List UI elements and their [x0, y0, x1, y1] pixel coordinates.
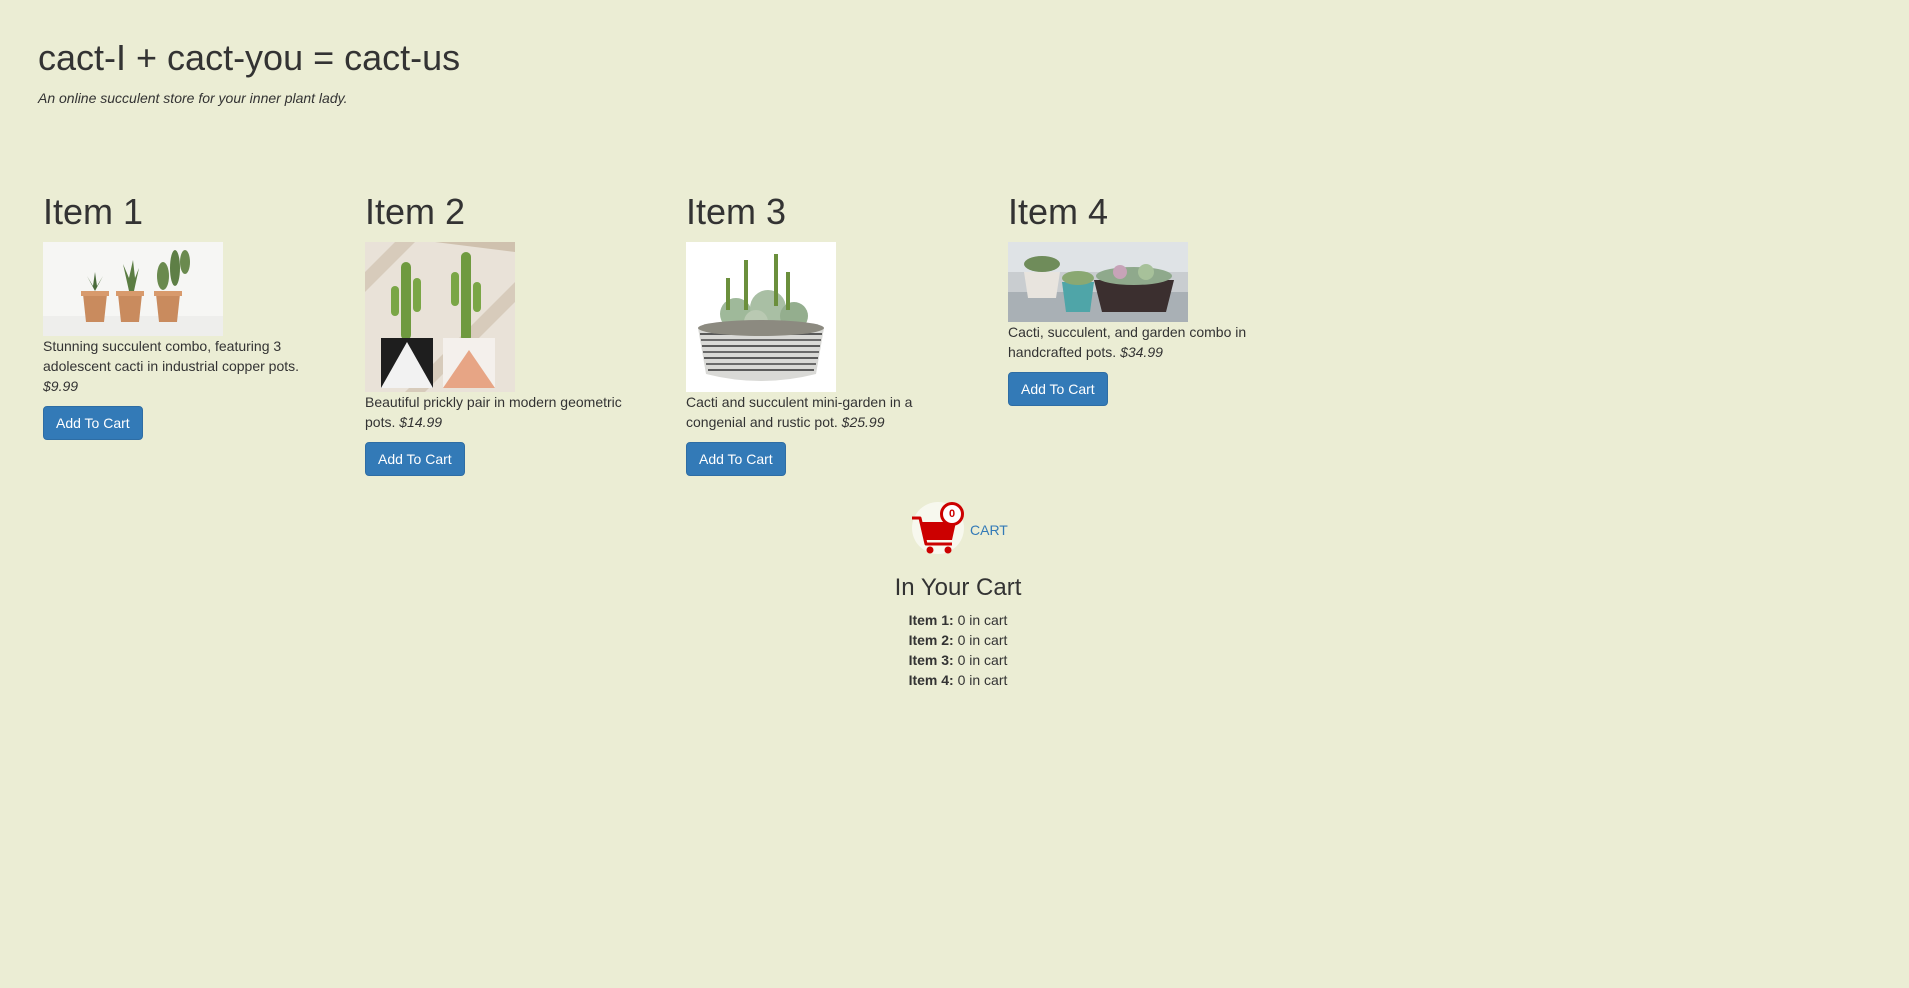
cart-summary-line: Item 1: 0 in cart [820, 610, 1096, 630]
cart-line-value: 0 in cart [957, 652, 1008, 668]
shopping-cart-icon: 0 [910, 500, 966, 556]
product-image [1008, 242, 1188, 322]
product-card-3: Item 3 Cacti and succulent mini-garden i… [686, 190, 958, 476]
cart-line-value: 0 in cart [957, 612, 1008, 628]
product-card-2: Item 2 Beautiful prickly pair in modern … [365, 190, 637, 476]
cart-line-label: Item 1: [908, 612, 954, 628]
cart-summary: In Your Cart Item 1: 0 in cart Item 2: 0… [820, 572, 1096, 690]
product-price: $9.99 [43, 378, 79, 394]
add-to-cart-button[interactable]: Add To Cart [1008, 372, 1108, 406]
product-price: $34.99 [1120, 344, 1163, 360]
product-description: Cacti and succulent mini-garden in a con… [686, 392, 958, 432]
product-image [365, 242, 515, 392]
product-card-4: Item 4 Cacti, succulent, and garden comb… [1008, 190, 1280, 406]
site-title: cact-I + cact-you = cact-us [38, 37, 461, 78]
product-description: Beautiful prickly pair in modern geometr… [365, 392, 637, 432]
cart-summary-line: Item 4: 0 in cart [820, 670, 1096, 690]
product-title: Item 1 [43, 191, 144, 232]
cart-link-label: CART [970, 522, 1008, 538]
product-card-1: Item 1 Stunning succulent combo, featuri… [43, 190, 315, 440]
product-description: Cacti, succulent, and garden combo in ha… [1008, 322, 1280, 362]
add-to-cart-button[interactable]: Add To Cart [365, 442, 465, 476]
cart-line-value: 0 in cart [957, 672, 1008, 688]
cart-count-badge: 0 [940, 502, 964, 526]
product-price: $14.99 [399, 414, 443, 430]
product-title: Item 2 [365, 191, 466, 232]
product-image [686, 242, 836, 392]
cart-summary-heading: In Your Cart [894, 574, 1022, 601]
product-title: Item 3 [686, 191, 787, 232]
product-price: $25.99 [841, 414, 885, 430]
page: cact-I + cact-you = cact-us An online su… [0, 0, 1909, 988]
cart-line-label: Item 4: [908, 672, 954, 688]
product-image [43, 242, 223, 336]
product-title: Item 4 [1008, 191, 1109, 232]
cart-line-value: 0 in cart [957, 632, 1008, 648]
add-to-cart-button[interactable]: Add To Cart [43, 406, 143, 440]
cart-link[interactable]: 0 CART [910, 500, 1008, 556]
cart-summary-line: Item 3: 0 in cart [820, 650, 1096, 670]
cart-line-label: Item 2: [908, 632, 954, 648]
cart-line-label: Item 3: [908, 652, 954, 668]
cart-summary-line: Item 2: 0 in cart [820, 630, 1096, 650]
site-tagline: An online succulent store for your inner… [38, 90, 348, 106]
product-description-text: Stunning succulent combo, featuring 3 ad… [43, 338, 300, 374]
add-to-cart-button[interactable]: Add To Cart [686, 442, 786, 476]
product-description: Stunning succulent combo, featuring 3 ad… [43, 336, 315, 396]
